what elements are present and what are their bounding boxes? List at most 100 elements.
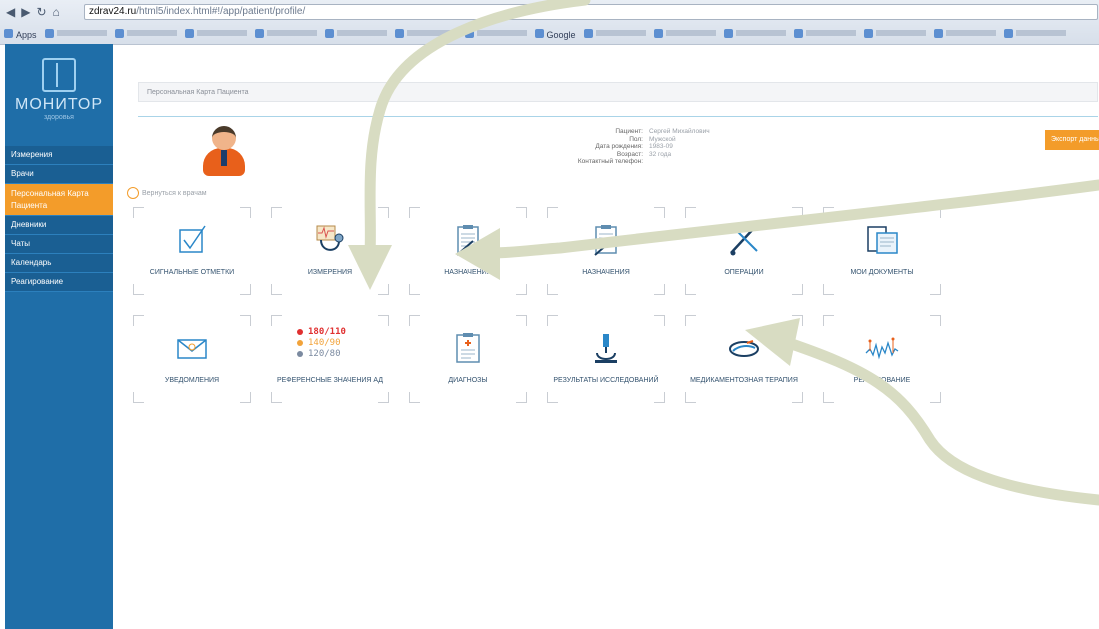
tile-diagnoses[interactable]: ДИАГНОЗЫ — [409, 315, 527, 403]
tile-label: УВЕДОМЛЕНИЯ — [164, 377, 220, 384]
bookmark-item[interactable]: Apps — [4, 26, 37, 40]
logo-title: МОНИТОР — [15, 96, 103, 113]
book-icon — [42, 58, 76, 92]
bookmark-item[interactable] — [114, 26, 177, 40]
patient-info-row: Контактный телефон: — [577, 158, 643, 165]
bookmark-icon — [114, 28, 124, 38]
microscope-icon — [595, 334, 617, 363]
tile-research-results[interactable]: РЕЗУЛЬТАТЫ ИССЛЕДОВАНИЙ — [547, 315, 665, 403]
tile-my-documents[interactable]: МОИ ДОКУМЕНТЫ — [823, 207, 941, 295]
sidebar-item-patient-card[interactable]: Персональная Карта Пациента — [5, 184, 113, 216]
forward-icon[interactable]: ▶ — [21, 5, 30, 19]
sidebar-item-chats[interactable]: Чаты — [5, 235, 113, 254]
address-bar[interactable]: zdrav24.ru/html5/index.html#!/app/patien… — [84, 4, 1098, 20]
tile-measurements[interactable]: ИЗМЕРЕНИЯ — [271, 207, 389, 295]
sidebar-item-calendar[interactable]: Календарь — [5, 254, 113, 273]
bookmark-icon — [723, 28, 733, 38]
bookmark-icon — [933, 28, 943, 38]
bookmark-item[interactable] — [184, 26, 247, 40]
bookmark-icon — [583, 28, 593, 38]
bp-high: 180/110 — [297, 327, 346, 338]
tile-label: НАЗНАЧЕНИЯ — [444, 269, 492, 276]
bookmark-icon — [324, 28, 334, 38]
patient-info-row: Пол: Мужской — [629, 135, 676, 143]
pill-icon — [729, 340, 759, 357]
back-icon[interactable]: ◀ — [6, 5, 15, 19]
tile-drug-therapy[interactable]: МЕДИКАМЕНТОЗНАЯ ТЕРАПИЯ — [685, 315, 803, 403]
tile-operations[interactable]: ОПЕРАЦИИ — [685, 207, 803, 295]
tile-prescriptions-2[interactable]: НАЗНАЧЕНИЯ — [547, 207, 665, 295]
bookmark-item[interactable] — [324, 26, 387, 40]
tile-prescriptions[interactable]: НАЗНАЧЕНИЯ — [409, 207, 527, 295]
tile-notifications[interactable]: УВЕДОМЛЕНИЯ — [133, 315, 251, 403]
bookmark-icon — [254, 28, 264, 38]
medical-clipboard-icon — [456, 333, 480, 363]
tile-label: ИЗМЕРЕНИЯ — [307, 269, 353, 276]
sidebar-menu: Измерения Врачи Персональная Карта Пацие… — [5, 146, 113, 292]
envelope-icon — [177, 339, 207, 359]
bookmarks-bar: Apps Google — [4, 26, 1099, 40]
divider — [138, 116, 1098, 117]
tile-label: РЕЗУЛЬТАТЫ ИССЛЕДОВАНИЙ — [553, 377, 659, 384]
bookmark-icon — [464, 28, 474, 38]
sidebar-item-diaries[interactable]: Дневники — [5, 216, 113, 235]
avatar — [203, 126, 245, 176]
browser-nav: ◀ ▶ ↻ ⌂ — [6, 5, 60, 19]
sidebar-item-response[interactable]: Реагирование — [5, 273, 113, 292]
bookmark-item[interactable] — [254, 26, 317, 40]
patient-info-row: Пациент: Сергей Михайлович — [615, 128, 710, 135]
bookmark-icon — [1003, 28, 1013, 38]
tile-response[interactable]: РЕАГИРОВАНИЕ — [823, 315, 941, 403]
bookmark-icon — [44, 28, 54, 38]
bookmark-item[interactable] — [863, 26, 926, 40]
documents-icon — [867, 226, 898, 254]
sidebar-item-doctors[interactable]: Врачи — [5, 165, 113, 184]
back-to-doctors-link[interactable]: Вернуться к врачам — [127, 187, 207, 199]
bookmark-item[interactable]: Google — [534, 26, 576, 40]
bookmark-icon — [793, 28, 803, 38]
tile-signal-marks[interactable]: СИГНАЛЬНЫЕ ОТМЕТКИ — [133, 207, 251, 295]
tile-bp-reference[interactable]: 180/110 140/90 120/80 РЕФЕРЕНСНЫЕ ЗНАЧЕН… — [271, 315, 389, 403]
bookmark-item[interactable] — [1003, 26, 1066, 40]
bp-mid: 140/90 — [297, 338, 346, 349]
bookmark-item[interactable] — [793, 26, 856, 40]
logo-subtitle: здоровья — [44, 114, 74, 121]
bookmark-item[interactable] — [933, 26, 996, 40]
patient-info: Пациент: Сергей Михайлович Пол: Мужской Да… — [533, 128, 769, 166]
clipboard-pen-icon — [456, 225, 479, 256]
chart-line-icon — [865, 337, 899, 360]
tile-label: СИГНАЛЬНЫЕ ОТМЕТКИ — [149, 269, 235, 276]
bookmark-item[interactable] — [394, 26, 457, 40]
stethoscope-icon — [316, 225, 344, 251]
checkbox-icon — [179, 225, 206, 253]
bookmark-item[interactable] — [723, 26, 786, 40]
reload-icon[interactable]: ↻ — [36, 5, 46, 19]
bookmark-item[interactable] — [653, 26, 716, 40]
app-logo[interactable]: МОНИТОР здоровья — [5, 58, 113, 136]
bp-normal: 120/80 — [297, 349, 346, 360]
browser-chrome: ◀ ▶ ↻ ⌂ zdrav24.ru/html5/index.html#!/ap… — [0, 0, 1099, 45]
tile-label: РЕАГИРОВАНИЕ — [853, 377, 911, 384]
back-circle-icon — [127, 187, 139, 199]
patient-info-row: Возраст: 32 года — [616, 150, 672, 158]
bookmark-item[interactable] — [44, 26, 107, 40]
sidebar-item-measurements[interactable]: Измерения — [5, 146, 113, 165]
patient-info-row: Дата рождения: 1983-09 — [595, 143, 673, 150]
sidebar: МОНИТОР здоровья Измерения Врачи Персона… — [5, 44, 113, 629]
export-button[interactable]: Экспорт данных — [1045, 130, 1099, 150]
bookmark-item[interactable] — [583, 26, 646, 40]
tile-label: МОИ ДОКУМЕНТЫ — [850, 269, 914, 276]
breadcrumb: Персональная Карта Пациента — [138, 82, 1098, 102]
clipboard-pen-icon — [594, 225, 617, 256]
bookmark-icon — [184, 28, 194, 38]
bookmark-item[interactable] — [464, 26, 527, 40]
tile-label: ДИАГНОЗЫ — [448, 377, 488, 384]
home-icon[interactable]: ⌂ — [53, 5, 60, 19]
bookmark-icon — [653, 28, 663, 38]
bp-values: 180/110 140/90 120/80 — [297, 327, 346, 360]
tile-label: ОПЕРАЦИИ — [724, 269, 764, 276]
tile-label: МЕДИКАМЕНТОЗНАЯ ТЕРАПИЯ — [690, 377, 798, 384]
back-link-label: Вернуться к врачам — [142, 189, 207, 197]
scissors-icon — [730, 226, 758, 256]
tile-label: РЕФЕРЕНСНЫЕ ЗНАЧЕНИЯ АД — [276, 377, 384, 384]
